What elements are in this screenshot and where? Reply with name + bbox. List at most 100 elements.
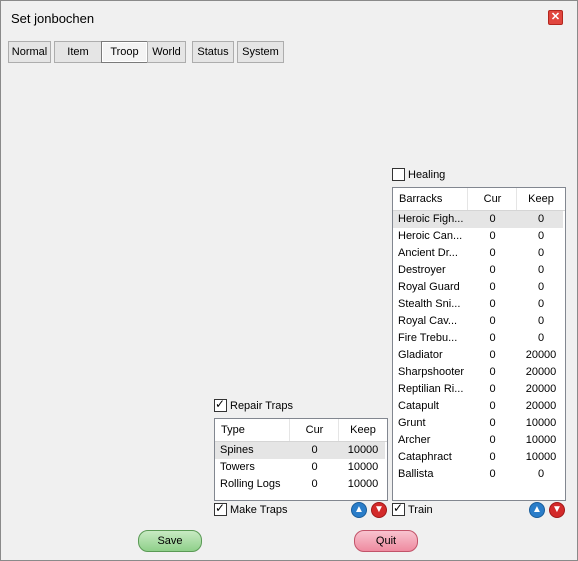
keep-cell: 0 [537, 298, 545, 310]
table-row[interactable]: Spines 0 10000 [215, 442, 385, 459]
table-row[interactable]: Catapult 0 20000 [393, 398, 563, 415]
header-keep[interactable]: Keep [339, 419, 387, 441]
checkmark-icon: ✓ [215, 501, 226, 515]
keep-cell: 0 [537, 315, 545, 327]
name-cell: Destroyer [398, 264, 446, 276]
keep-cell: 0 [537, 468, 545, 480]
keep-cell: 10000 [525, 451, 557, 463]
name-cell: Ancient Dr... [398, 247, 458, 259]
window-title: Set jonbochen [11, 11, 95, 26]
table-row[interactable]: Sharpshooter 0 20000 [393, 364, 563, 381]
table-row[interactable]: Stealth Sni... 0 0 [393, 296, 563, 313]
cur-cell: 0 [489, 298, 496, 310]
header-cur[interactable]: Cur [291, 419, 339, 441]
train-checkbox[interactable]: ✓ Train [392, 501, 452, 517]
table-row[interactable]: Fire Trebu... 0 0 [393, 330, 563, 347]
header-cur[interactable]: Cur [469, 188, 517, 210]
cur-cell: 0 [489, 213, 496, 225]
name-cell: Cataphract [398, 451, 452, 463]
barracks-table[interactable]: Barracks Cur Keep Heroic Figh... 0 0 Heroic… [392, 187, 566, 501]
keep-cell: 20000 [525, 349, 557, 361]
header-type[interactable]: Type [215, 419, 290, 441]
keep-cell: 0 [537, 213, 545, 225]
checkmark-icon: ✓ [215, 397, 226, 411]
arrow-up-icon[interactable]: ▲ [529, 502, 545, 518]
name-cell: Catapult [398, 400, 439, 412]
table-row[interactable]: Destroyer 0 0 [393, 262, 563, 279]
cur-cell: 0 [489, 400, 496, 412]
cur-cell: 0 [311, 478, 318, 490]
checkmark-icon: ✓ [393, 501, 404, 515]
close-icon[interactable]: ✕ [548, 10, 563, 25]
table-row[interactable]: Royal Cav... 0 0 [393, 313, 563, 330]
name-cell: Grunt [398, 417, 426, 429]
tab-system[interactable]: System [237, 41, 284, 63]
repair-traps-checkbox[interactable]: ✓ Repair Traps [214, 397, 314, 413]
arrow-up-icon[interactable]: ▲ [351, 502, 367, 518]
make-traps-checkbox[interactable]: ✓ Make Traps [214, 501, 304, 517]
table-row[interactable]: Gladiator 0 20000 [393, 347, 563, 364]
tab-normal[interactable]: Normal [8, 41, 51, 63]
keep-cell: 0 [537, 281, 545, 293]
quit-button[interactable]: Quit [354, 530, 418, 552]
make-traps-label: Make Traps [230, 504, 288, 516]
table-row[interactable]: Ancient Dr... 0 0 [393, 245, 563, 262]
tab-item[interactable]: Item [54, 41, 102, 63]
keep-cell: 20000 [525, 366, 557, 378]
cur-cell: 0 [489, 247, 496, 259]
name-cell: Spines [220, 444, 254, 456]
keep-cell: 0 [537, 332, 545, 344]
table-row[interactable]: Grunt 0 10000 [393, 415, 563, 432]
arrow-down-icon[interactable]: ▼ [371, 502, 387, 518]
cur-cell: 0 [489, 315, 496, 327]
keep-cell: 0 [537, 247, 545, 259]
train-label: Train [408, 504, 433, 516]
traps-table[interactable]: Type Cur Keep Spines 0 10000 Towers 0 10000 Ro… [214, 418, 388, 501]
name-cell: Rolling Logs [220, 478, 281, 490]
table-row[interactable]: Ballista 0 0 [393, 466, 563, 483]
keep-cell: 10000 [347, 461, 379, 473]
table-row[interactable]: Cataphract 0 10000 [393, 449, 563, 466]
name-cell: Reptilian Ri... [398, 383, 464, 395]
repair-traps-label: Repair Traps [230, 400, 293, 412]
cur-cell: 0 [489, 451, 496, 463]
cur-cell: 0 [311, 444, 318, 456]
table-row[interactable]: Reptilian Ri... 0 20000 [393, 381, 563, 398]
name-cell: Towers [220, 461, 255, 473]
table-row[interactable]: Rolling Logs 0 10000 [215, 476, 385, 493]
keep-cell: 10000 [525, 417, 557, 429]
header-barracks[interactable]: Barracks [393, 188, 468, 210]
name-cell: Fire Trebu... [398, 332, 458, 344]
save-button[interactable]: Save [138, 530, 202, 552]
checkbox-box [392, 168, 405, 181]
cur-cell: 0 [489, 332, 496, 344]
keep-cell: 0 [537, 230, 545, 242]
cur-cell: 0 [489, 366, 496, 378]
table-row[interactable]: Royal Guard 0 0 [393, 279, 563, 296]
cur-cell: 0 [489, 417, 496, 429]
barracks-header: Barracks Cur Keep [393, 188, 565, 211]
keep-cell: 10000 [347, 478, 379, 490]
arrow-down-icon[interactable]: ▼ [549, 502, 565, 518]
table-row[interactable]: Archer 0 10000 [393, 432, 563, 449]
table-row[interactable]: Towers 0 10000 [215, 459, 385, 476]
name-cell: Royal Cav... [398, 315, 458, 327]
name-cell: Heroic Can... [398, 230, 463, 242]
table-row[interactable]: Heroic Figh... 0 0 [393, 211, 563, 228]
tab-troop[interactable]: Troop [101, 41, 148, 63]
cur-cell: 0 [311, 461, 318, 473]
header-keep[interactable]: Keep [517, 188, 565, 210]
table-row[interactable]: Heroic Can... 0 0 [393, 228, 563, 245]
name-cell: Stealth Sni... [398, 298, 461, 310]
cur-cell: 0 [489, 468, 496, 480]
healing-label: Healing [408, 169, 446, 181]
keep-cell: 10000 [525, 434, 557, 446]
tab-world[interactable]: World [147, 41, 186, 63]
keep-cell: 10000 [347, 444, 379, 456]
cur-cell: 0 [489, 264, 496, 276]
name-cell: Royal Guard [398, 281, 460, 293]
tab-status[interactable]: Status [192, 41, 234, 63]
cur-cell: 0 [489, 281, 496, 293]
name-cell: Heroic Figh... [398, 213, 464, 225]
healing-checkbox[interactable]: Healing [392, 168, 462, 182]
